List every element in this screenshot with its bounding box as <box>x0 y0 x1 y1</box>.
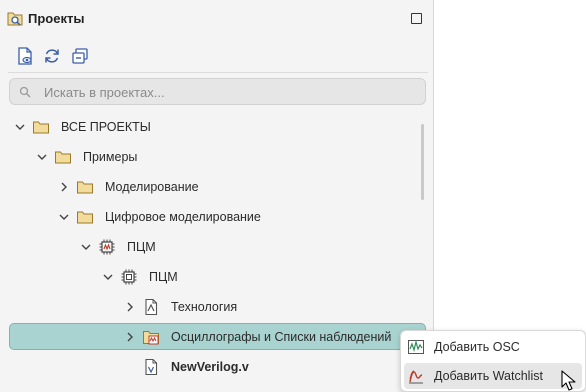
chevron-down-icon[interactable] <box>102 271 114 283</box>
tree-item-modeling[interactable]: Моделирование <box>0 172 434 202</box>
tree-item-digital-modeling[interactable]: Цифровое моделирование <box>0 202 434 232</box>
folder-icon <box>77 181 93 194</box>
oscilloscope-folder-icon <box>143 331 159 345</box>
tree-item-label: Осциллографы и Списки наблюдений <box>171 330 392 344</box>
tree-item-label: ПЦМ <box>127 240 156 254</box>
verilog-file-icon <box>145 358 158 376</box>
tree-scrollbar[interactable] <box>421 124 424 200</box>
tree-item-label: ПЦМ <box>149 270 178 284</box>
folder-icon <box>33 121 49 134</box>
tree-item-label: Цифровое моделирование <box>105 210 261 224</box>
panel-title: Проекты <box>28 11 85 26</box>
search-icon <box>19 86 31 98</box>
tree-item-label: NewVerilog.v <box>171 360 249 374</box>
mouse-cursor-icon <box>561 370 576 391</box>
chevron-down-icon[interactable] <box>36 151 48 163</box>
refresh-icon[interactable] <box>42 46 62 66</box>
watchlist-icon <box>409 370 423 384</box>
tree-item-label: Технология <box>171 300 238 314</box>
tree-item-pcm-project[interactable]: ПЦМ <box>0 232 434 262</box>
technology-icon <box>145 298 158 316</box>
chevron-down-icon[interactable] <box>14 121 26 133</box>
menu-item-label: Добавить Watchlist <box>434 369 543 383</box>
projects-panel: Проекты Искать в проектах... ВСЕ ПРОЕКТЫ… <box>0 0 434 392</box>
chevron-down-icon[interactable] <box>80 241 92 253</box>
tree-item-all-projects[interactable]: ВСЕ ПРОЕКТЫ <box>0 112 434 142</box>
panel-titlebar: Проекты <box>0 0 434 38</box>
tree-item-oscilloscopes-watchlists[interactable]: Осциллографы и Списки наблюдений <box>0 323 434 353</box>
oscilloscope-icon <box>408 339 424 354</box>
tree-item-label: Примеры <box>83 150 138 164</box>
view-file-icon[interactable] <box>15 46 35 66</box>
search-placeholder: Искать в проектах... <box>44 85 165 100</box>
chevron-right-icon[interactable] <box>58 181 70 193</box>
tree-item-newverilog[interactable]: NewVerilog.v <box>0 352 434 382</box>
tree-item-label: ВСЕ ПРОЕКТЫ <box>61 120 151 134</box>
projects-search-icon <box>7 12 23 26</box>
maximize-icon[interactable] <box>411 13 422 24</box>
chevron-right-icon[interactable] <box>124 331 136 343</box>
folder-icon <box>55 151 71 164</box>
tree-item-technology[interactable]: Технология <box>0 292 434 322</box>
menu-item-add-osc[interactable]: Добавить OSC <box>401 334 585 360</box>
chevron-down-icon[interactable] <box>58 211 70 223</box>
tree-item-pcm-chip[interactable]: ПЦМ <box>0 262 434 292</box>
tree-item-examples[interactable]: Примеры <box>0 142 434 172</box>
chevron-right-icon[interactable] <box>124 301 136 313</box>
folder-icon <box>77 211 93 224</box>
menu-item-label: Добавить OSC <box>434 340 520 354</box>
tree-item-label: Моделирование <box>105 180 199 194</box>
projects-toolbar <box>0 38 434 74</box>
collapse-all-icon[interactable] <box>70 46 90 66</box>
chip-project-icon <box>99 239 115 255</box>
project-tree: ВСЕ ПРОЕКТЫ Примеры Моделирование Цифров… <box>0 112 434 392</box>
context-menu: Добавить OSC Добавить Watchlist <box>400 330 586 392</box>
chip-icon <box>121 269 137 285</box>
search-input[interactable]: Искать в проектах... <box>9 78 426 105</box>
menu-item-add-watchlist[interactable]: Добавить Watchlist <box>404 363 582 389</box>
toolbar-divider <box>8 72 428 73</box>
